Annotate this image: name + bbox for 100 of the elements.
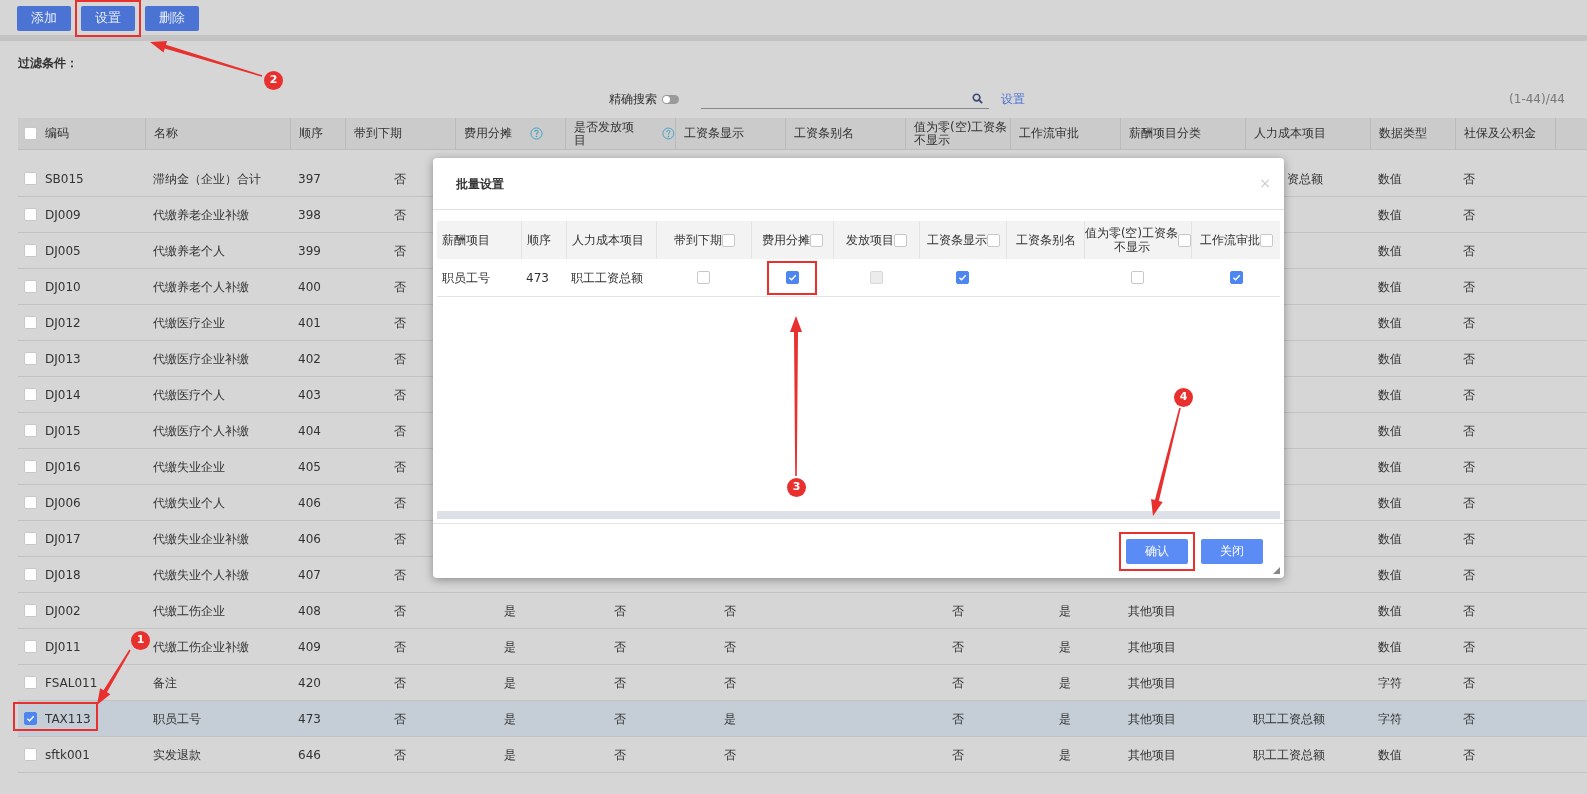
table-cell-text: 否	[1463, 602, 1475, 620]
table-cell-text: 备注	[153, 674, 177, 692]
table-cell-text: 数值	[1378, 602, 1402, 620]
column-header: 是否发放项目	[573, 120, 635, 147]
table-cell-text: 否	[394, 242, 406, 260]
table-cell-text: 406	[298, 530, 321, 548]
table-cell-text: 否	[394, 494, 406, 512]
column-header: 工作流审批	[1018, 127, 1079, 140]
column-header: 发放项目	[846, 233, 894, 247]
table-cell-text: 数值	[1378, 206, 1402, 224]
table-cell-text: 403	[298, 386, 321, 404]
table-cell-text: 否	[394, 314, 406, 332]
table-cell-text: 否	[951, 638, 964, 656]
table-cell-text: DJ015	[45, 422, 81, 440]
table-cell-text: 代缴医疗个人补缴	[153, 422, 249, 440]
table-cell-text: 否	[394, 206, 406, 224]
table-cell-text: 否	[1463, 710, 1475, 728]
column-header: 名称	[153, 127, 178, 140]
column-header: 工资条显示	[683, 127, 744, 140]
table-cell-text: 否	[951, 674, 964, 692]
table-cell-text: DJ016	[45, 458, 81, 476]
column-header: 编码	[45, 127, 69, 140]
table-cell-text: 否	[951, 602, 964, 620]
table-cell-text: 代缴工伤企业补缴	[153, 638, 249, 656]
table-cell-text: 否	[1463, 566, 1475, 584]
table-cell-text: 否	[1463, 746, 1475, 764]
table-cell-text: 400	[298, 278, 321, 296]
table-cell-text: 否	[394, 746, 406, 764]
table-cell-text: 数值	[1378, 350, 1402, 368]
table-cell-text: 是	[504, 710, 516, 728]
table-cell-text: DJ006	[45, 494, 81, 512]
table-cell-text: 否	[614, 710, 626, 728]
table-cell-text: 否	[1463, 242, 1475, 260]
table-cell-text: 否	[614, 638, 626, 656]
table-cell-text: FSAL011	[45, 674, 98, 692]
exact-search-label: 精确搜索	[609, 91, 657, 108]
column-header: 人力成本项目	[1253, 127, 1326, 140]
table-cell-text: 代缴养老企业补缴	[153, 206, 249, 224]
table-cell-text: 实发退款	[153, 746, 201, 764]
column-header: 社保及公积金	[1463, 127, 1536, 140]
table-cell-text: 否	[614, 674, 626, 692]
dialog-title: 批量设置	[456, 175, 504, 193]
table-cell-text: 字符	[1378, 710, 1402, 728]
table-cell-text: DJ002	[45, 602, 81, 620]
table-cell-text: 否	[1463, 350, 1475, 368]
table-cell-text: 代缴失业个人补缴	[153, 566, 249, 584]
table-cell-text: 代缴医疗个人	[153, 386, 225, 404]
table-cell-text: 数值	[1378, 566, 1402, 584]
table-cell-text: 否	[1463, 278, 1475, 296]
table-cell-text: 数值	[1378, 242, 1402, 260]
column-header: 薪酬项目	[442, 233, 490, 247]
table-cell-text: TAX113	[45, 710, 91, 728]
column-header: 带到下期	[353, 127, 402, 140]
table-cell-text: 否	[951, 710, 964, 728]
column-header: 工资条显示	[926, 233, 987, 247]
column-header: 人力成本项目	[572, 233, 644, 247]
table-cell-text: 是	[1059, 746, 1071, 764]
table-cell-text: 否	[614, 602, 626, 620]
table-cell-text: 代缴失业企业补缴	[153, 530, 249, 548]
table-cell-text: 其他项目	[1128, 710, 1176, 728]
table-cell-text: 是	[1059, 710, 1071, 728]
table-cell-text: 是	[1059, 638, 1071, 656]
table-cell-text: 409	[298, 638, 321, 656]
table-cell-text: 否	[724, 674, 736, 692]
table-cell-text: 是	[504, 602, 516, 620]
table-cell-text: 398	[298, 206, 321, 224]
table-cell-text: DJ017	[45, 530, 81, 548]
table-cell-text: DJ012	[45, 314, 81, 332]
table-cell-text: 代缴失业个人	[153, 494, 225, 512]
table-cell-text: 397	[298, 170, 321, 188]
table-cell-text: 否	[394, 602, 406, 620]
column-header: 带到下期	[673, 233, 722, 247]
table-cell-text: sftk001	[45, 746, 90, 764]
table-cell-text: 否	[724, 638, 736, 656]
table-cell-text: DJ014	[45, 386, 81, 404]
table-cell-text: 是	[504, 638, 516, 656]
table-cell-text: 407	[298, 566, 321, 584]
table-cell-text: 否	[394, 530, 406, 548]
table-cell-text: 否	[1463, 170, 1475, 188]
table-cell-text: 代缴失业企业	[153, 458, 225, 476]
table-cell-text: 否	[1463, 386, 1475, 404]
table-cell-text: 420	[298, 674, 321, 692]
table-cell-text: 字符	[1378, 674, 1402, 692]
column-header: 薪酬项目分类	[1128, 127, 1201, 140]
column-header: 工作流审批	[1200, 233, 1260, 247]
table-cell-text: 否	[394, 422, 406, 440]
table-cell-text: 否	[394, 710, 406, 728]
column-header: 顺序	[527, 233, 551, 247]
table-cell-text: 399	[298, 242, 321, 260]
table-cell-text: 其他项目	[1128, 674, 1176, 692]
table-cell-text: 是	[504, 674, 516, 692]
table-cell-text: 否	[724, 746, 736, 764]
table-cell-text: 否	[1463, 422, 1475, 440]
table-cell-text: 否	[1463, 530, 1475, 548]
table-cell-text: 否	[1463, 494, 1475, 512]
table-cell-text: 否	[394, 566, 406, 584]
table-cell-text: 否	[394, 638, 406, 656]
table-cell-text: 数值	[1378, 278, 1402, 296]
table-cell-text: 否	[394, 350, 406, 368]
table-cell-text: DJ005	[45, 242, 81, 260]
